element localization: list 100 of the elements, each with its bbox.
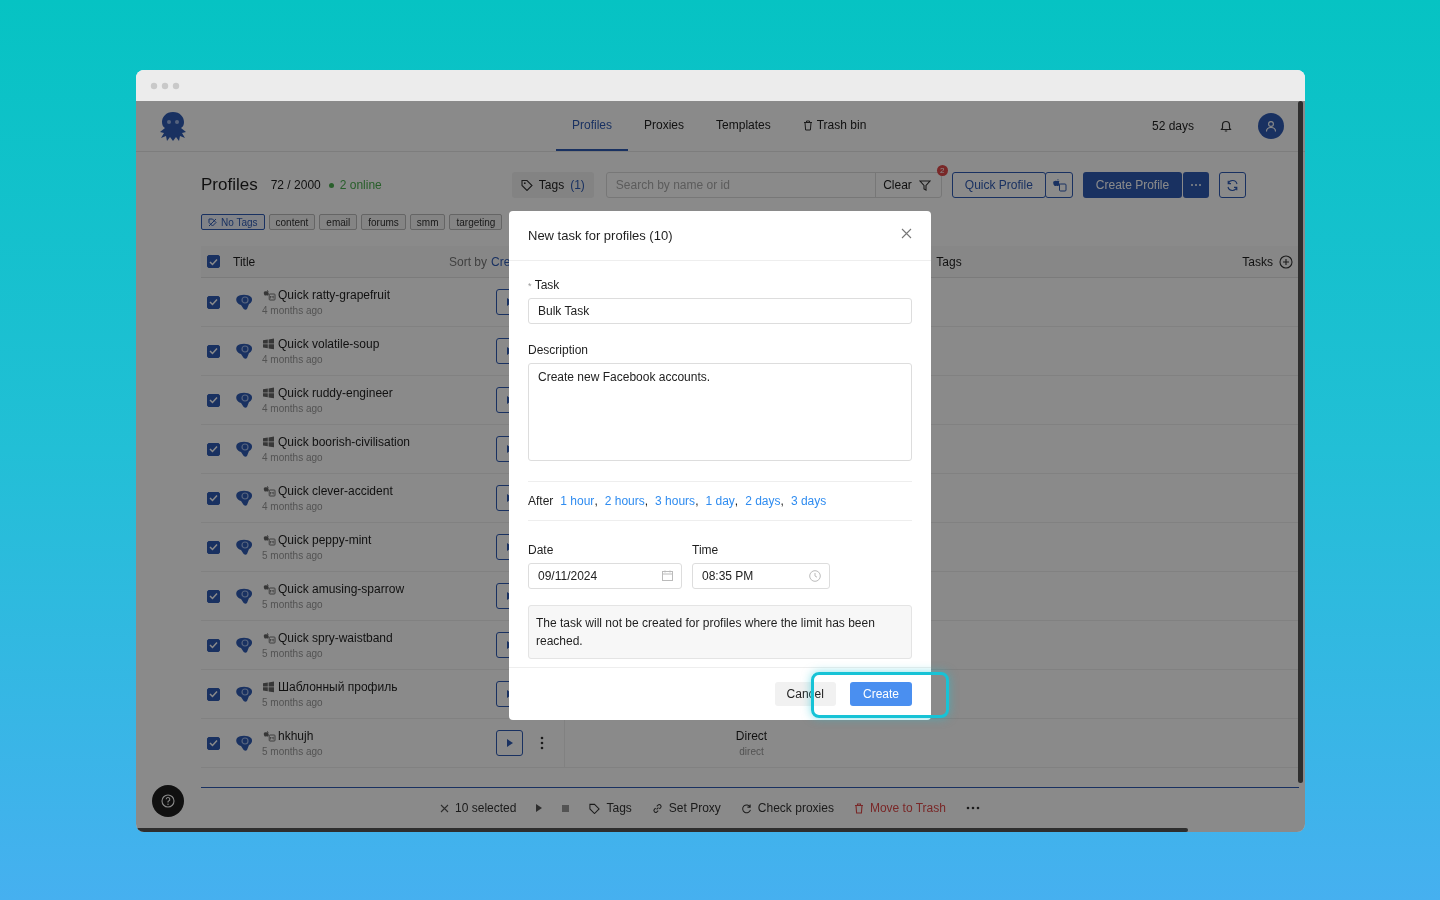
help-icon: [161, 794, 175, 808]
time-preset-link[interactable]: 2 hours: [604, 495, 645, 507]
user-avatar[interactable]: [1258, 113, 1284, 139]
row-checkbox[interactable]: [207, 687, 220, 701]
create-profile-button[interactable]: Create Profile: [1082, 172, 1183, 198]
tag-filter-chip[interactable]: No Tags: [201, 214, 265, 230]
trash-icon: [802, 119, 813, 131]
profile-name[interactable]: Quick ratty-grapefruit: [262, 288, 496, 302]
time-preset-link[interactable]: 1 day: [705, 495, 735, 507]
row-checkbox[interactable]: [207, 295, 220, 309]
filter-count-badge: 2: [936, 165, 948, 176]
tag-filter-chip[interactable]: targeting: [449, 214, 503, 230]
refresh-icon: [1226, 178, 1240, 192]
more-options-button[interactable]: [1183, 172, 1210, 198]
create-button[interactable]: Create: [849, 682, 912, 706]
start-profile-button[interactable]: [496, 730, 523, 756]
bulk-action-button[interactable]: Set Proxy: [651, 801, 721, 815]
kebab-menu-icon[interactable]: [540, 736, 544, 750]
bulk-action-button[interactable]: Move to Trash: [853, 801, 946, 815]
bulk-action-button[interactable]: Check proxies: [740, 801, 834, 815]
profile-avatar-icon: [234, 293, 254, 311]
add-task-icon[interactable]: [1279, 254, 1293, 269]
profile-avatar-icon: [234, 440, 254, 458]
time-preset-link[interactable]: 1 hour: [560, 495, 595, 507]
filter-icon[interactable]: [918, 179, 931, 191]
tag-filter-chip[interactable]: forums: [361, 214, 406, 230]
check-icon: [209, 592, 218, 600]
quick-profile-button[interactable]: Quick Profile: [951, 172, 1046, 198]
column-header: Tags: [936, 254, 962, 269]
sort-field-link[interactable]: Cre: [491, 254, 511, 269]
profile-name[interactable]: hkhujh: [262, 729, 496, 743]
profile-avatar-icon: [234, 342, 254, 360]
refresh-button[interactable]: [1219, 172, 1247, 198]
stop-icon[interactable]: [562, 804, 570, 812]
os-select-button[interactable]: [1044, 172, 1073, 198]
separator: ,: [644, 495, 649, 507]
profile-name[interactable]: Шаблонный профиль: [262, 680, 496, 694]
description-label: Description: [528, 343, 589, 357]
link-icon: [651, 802, 663, 814]
scrollbar[interactable]: [136, 828, 1188, 832]
close-icon[interactable]: [901, 228, 912, 239]
apple-icon: [1050, 178, 1067, 192]
after-label: After: [528, 495, 554, 507]
date-field[interactable]: 09/11/2024: [528, 563, 682, 589]
profile-name[interactable]: Quick amusing-sparrow: [262, 582, 496, 596]
clear-button[interactable]: Clear: [876, 178, 919, 192]
tag-icon: [589, 802, 601, 814]
nav-tab[interactable]: Trash bin: [786, 101, 883, 151]
nav-tab[interactable]: Proxies: [628, 101, 701, 151]
row-checkbox[interactable]: [207, 491, 220, 505]
check-icon: [209, 396, 218, 404]
profile-avatar-icon: [234, 391, 254, 409]
profile-name[interactable]: Quick boorish-civilisation: [262, 435, 496, 449]
time-preset-link[interactable]: 3 days: [790, 495, 827, 507]
column-header: Tasks: [1242, 254, 1273, 269]
tag-filter-chip[interactable]: content: [268, 214, 316, 230]
time-preset-link[interactable]: 2 days: [745, 495, 781, 507]
tag-filter-chip[interactable]: smm: [409, 214, 446, 230]
clock-icon: [809, 570, 821, 582]
separator: ,: [594, 495, 598, 507]
profile-avatar-icon: [234, 636, 254, 654]
refresh-icon: [740, 802, 752, 814]
tag-icon: [520, 179, 533, 191]
play-icon[interactable]: [536, 804, 543, 812]
play-icon: [506, 739, 513, 747]
select-all-checkbox[interactable]: [207, 255, 220, 268]
profile-avatar-icon: [234, 538, 254, 556]
profile-name[interactable]: Quick clever-accident: [262, 484, 496, 498]
more-icon[interactable]: [965, 806, 980, 810]
time-label: Time: [692, 543, 719, 557]
nav-tab[interactable]: Templates: [700, 101, 787, 151]
profile-name[interactable]: Quick volatile-soup: [262, 337, 496, 351]
separator: ,: [780, 495, 784, 507]
profile-name[interactable]: Quick peppy-mint: [262, 533, 496, 547]
notification-bell-icon[interactable]: [1220, 119, 1232, 133]
row-checkbox[interactable]: [207, 442, 220, 456]
deselect-button[interactable]: 10 selected: [440, 801, 517, 815]
time-field[interactable]: 08:35 PM: [692, 563, 830, 589]
bulk-action-button[interactable]: Tags: [589, 801, 632, 815]
row-checkbox[interactable]: [207, 589, 220, 603]
tag-filter-chip[interactable]: email: [319, 214, 358, 230]
row-checkbox[interactable]: [207, 638, 220, 652]
profile-name[interactable]: Quick spry-waistband: [262, 631, 496, 645]
help-button[interactable]: [152, 785, 184, 817]
row-checkbox[interactable]: [207, 393, 220, 407]
check-icon: [209, 445, 218, 453]
tags-filter-button[interactable]: Tags (1): [511, 172, 594, 198]
row-checkbox[interactable]: [207, 540, 220, 554]
separator: ,: [695, 495, 699, 507]
user-icon: [1265, 120, 1277, 132]
sort-label: Sort by: [449, 254, 487, 269]
profile-avatar-icon: [234, 587, 254, 605]
nav-tab[interactable]: Profiles: [556, 101, 628, 151]
scrollbar[interactable]: [1298, 101, 1303, 783]
description-textarea[interactable]: Create new Facebook accounts.: [528, 363, 912, 461]
row-checkbox[interactable]: [207, 344, 220, 358]
profile-avatar-icon: [234, 734, 254, 752]
row-checkbox[interactable]: [207, 736, 220, 750]
task-input[interactable]: Bulk Task: [528, 298, 912, 324]
profile-name[interactable]: Quick ruddy-engineer: [262, 386, 496, 400]
